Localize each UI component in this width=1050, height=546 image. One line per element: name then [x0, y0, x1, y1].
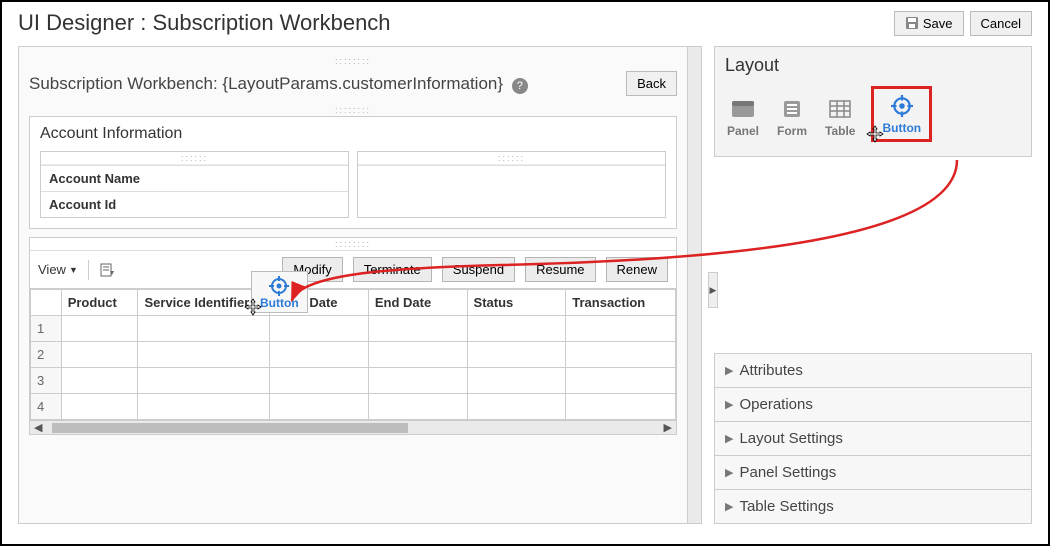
move-cursor-icon: [244, 298, 262, 316]
table-panel[interactable]: :::::::: View ▼ Modify Terminate: [29, 237, 677, 435]
table-row[interactable]: 2: [31, 342, 676, 368]
workbench-title: Subscription Workbench: {LayoutParams.cu…: [29, 74, 528, 94]
drag-ghost-button[interactable]: Button: [251, 271, 308, 313]
table-row[interactable]: 4: [31, 394, 676, 420]
properties-accordion: ▶Attributes ▶Operations ▶Layout Settings…: [714, 353, 1032, 524]
target-icon: [889, 95, 915, 117]
table-row[interactable]: 1: [31, 316, 676, 342]
form-icon: [779, 98, 805, 120]
field-account-id[interactable]: Account Id: [41, 191, 348, 217]
filter-button[interactable]: [99, 262, 115, 278]
move-cursor-icon: [866, 125, 884, 143]
drag-handle[interactable]: ::::::: [41, 152, 348, 165]
scroll-left-icon[interactable]: ◀: [30, 421, 46, 434]
back-button[interactable]: Back: [626, 71, 677, 96]
palette-form[interactable]: Form: [775, 94, 809, 142]
accordion-panel-settings[interactable]: ▶Panel Settings: [714, 456, 1032, 490]
panel-icon: [730, 98, 756, 120]
drag-handle[interactable]: ::::::::: [29, 55, 677, 67]
col-transaction[interactable]: Transaction: [566, 290, 676, 316]
section-title: Account Information: [40, 125, 666, 143]
col-rownum: [31, 290, 62, 316]
target-icon: [269, 276, 289, 296]
account-info-section[interactable]: Account Information :::::: Account Name …: [29, 116, 677, 229]
chevron-right-icon: ▶: [725, 364, 733, 377]
palette-table[interactable]: Table: [823, 94, 857, 142]
form-column[interactable]: :::::: Account Name Account Id: [40, 151, 349, 218]
palette-button[interactable]: Button: [871, 86, 932, 142]
vertical-scrollbar[interactable]: [687, 47, 701, 523]
separator: [88, 260, 89, 280]
suspend-button[interactable]: Suspend: [442, 257, 515, 282]
chevron-right-icon: ▶: [725, 466, 733, 479]
table-toolbar: View ▼ Modify Terminate Suspend Resume R…: [30, 251, 676, 289]
layout-panel-title: Layout: [725, 55, 1021, 76]
col-end-date[interactable]: End Date: [368, 290, 467, 316]
form-column[interactable]: ::::::: [357, 151, 666, 218]
horizontal-scrollbar[interactable]: ◀ ▶: [30, 420, 676, 434]
help-icon[interactable]: ?: [512, 78, 528, 94]
drag-handle[interactable]: ::::::::: [29, 104, 677, 116]
chevron-right-icon: ▶: [725, 500, 733, 513]
view-menu[interactable]: View ▼: [38, 262, 78, 277]
save-button[interactable]: Save: [894, 11, 964, 36]
accordion-attributes[interactable]: ▶Attributes: [714, 353, 1032, 388]
scroll-thumb[interactable]: [52, 423, 407, 433]
filter-icon: [99, 262, 115, 278]
save-icon: [905, 16, 919, 30]
renew-button[interactable]: Renew: [606, 257, 668, 282]
chevron-right-icon: ▶: [725, 398, 733, 411]
col-status[interactable]: Status: [467, 290, 566, 316]
terminate-button[interactable]: Terminate: [353, 257, 432, 282]
page-title: UI Designer : Subscription Workbench: [18, 10, 391, 36]
data-table[interactable]: Product Service Identifier Start Date En…: [30, 289, 676, 420]
col-product[interactable]: Product: [61, 290, 138, 316]
accordion-layout-settings[interactable]: ▶Layout Settings: [714, 422, 1032, 456]
table-row[interactable]: 3: [31, 368, 676, 394]
palette-panel[interactable]: Panel: [725, 94, 761, 142]
chevron-right-icon: ▶: [725, 432, 733, 445]
field-account-name[interactable]: Account Name: [41, 165, 348, 191]
scroll-right-icon[interactable]: ▶: [660, 421, 676, 434]
chevron-down-icon: ▼: [69, 265, 78, 275]
design-canvas[interactable]: :::::::: Subscription Workbench: {Layout…: [18, 46, 702, 524]
accordion-operations[interactable]: ▶Operations: [714, 388, 1032, 422]
collapse-sidepanel[interactable]: ▶: [708, 272, 718, 308]
accordion-table-settings[interactable]: ▶Table Settings: [714, 490, 1032, 524]
empty-field[interactable]: [358, 165, 665, 191]
drag-handle[interactable]: ::::::::: [30, 238, 676, 251]
drag-handle[interactable]: ::::::: [358, 152, 665, 165]
table-icon: [827, 98, 853, 120]
cancel-button[interactable]: Cancel: [970, 11, 1032, 36]
layout-panel: Layout Panel Form: [714, 46, 1032, 157]
resume-button[interactable]: Resume: [525, 257, 595, 282]
